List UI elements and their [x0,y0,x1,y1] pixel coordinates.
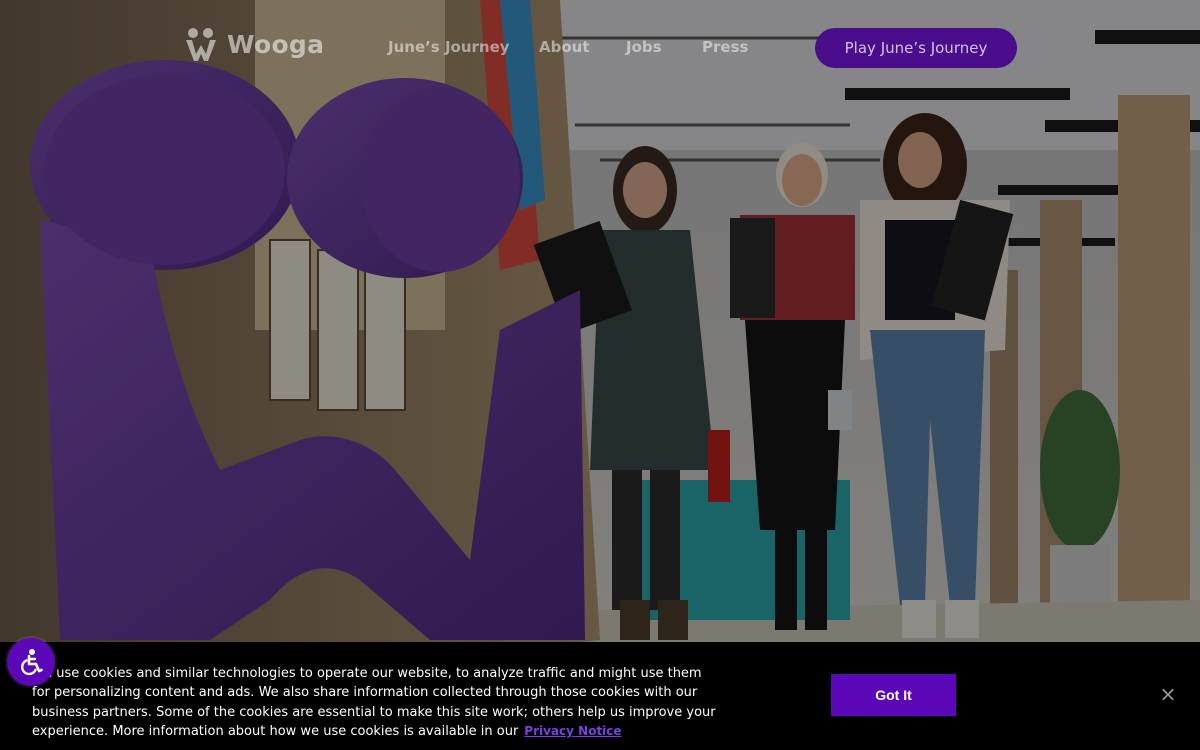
logo[interactable]: Wooga [183,26,324,62]
nav-link-press[interactable]: Press [702,38,748,56]
accessibility-icon [21,649,43,676]
wooga-logo-icon [186,28,216,61]
play-junes-journey-button[interactable]: Play June’s Journey [815,28,1017,68]
hero-image [0,0,1200,750]
cookie-banner: We use cookies and similar technologies … [0,642,1200,750]
nav-link-junes-journey[interactable]: June’s Journey [388,38,510,56]
site-header: Wooga June’s Journey About Jobs Press Pl… [0,0,1200,96]
privacy-notice-link[interactable]: Privacy Notice [524,724,621,738]
nav-link-about[interactable]: About [539,38,590,56]
cookie-text-block: We use cookies and similar technologies … [32,664,722,742]
close-icon[interactable]: × [1156,682,1180,706]
nav-link-jobs[interactable]: Jobs [626,38,662,56]
logo-text: Wooga [227,29,325,59]
accessibility-button[interactable] [7,638,55,686]
got-it-button[interactable]: Got It [831,674,956,716]
